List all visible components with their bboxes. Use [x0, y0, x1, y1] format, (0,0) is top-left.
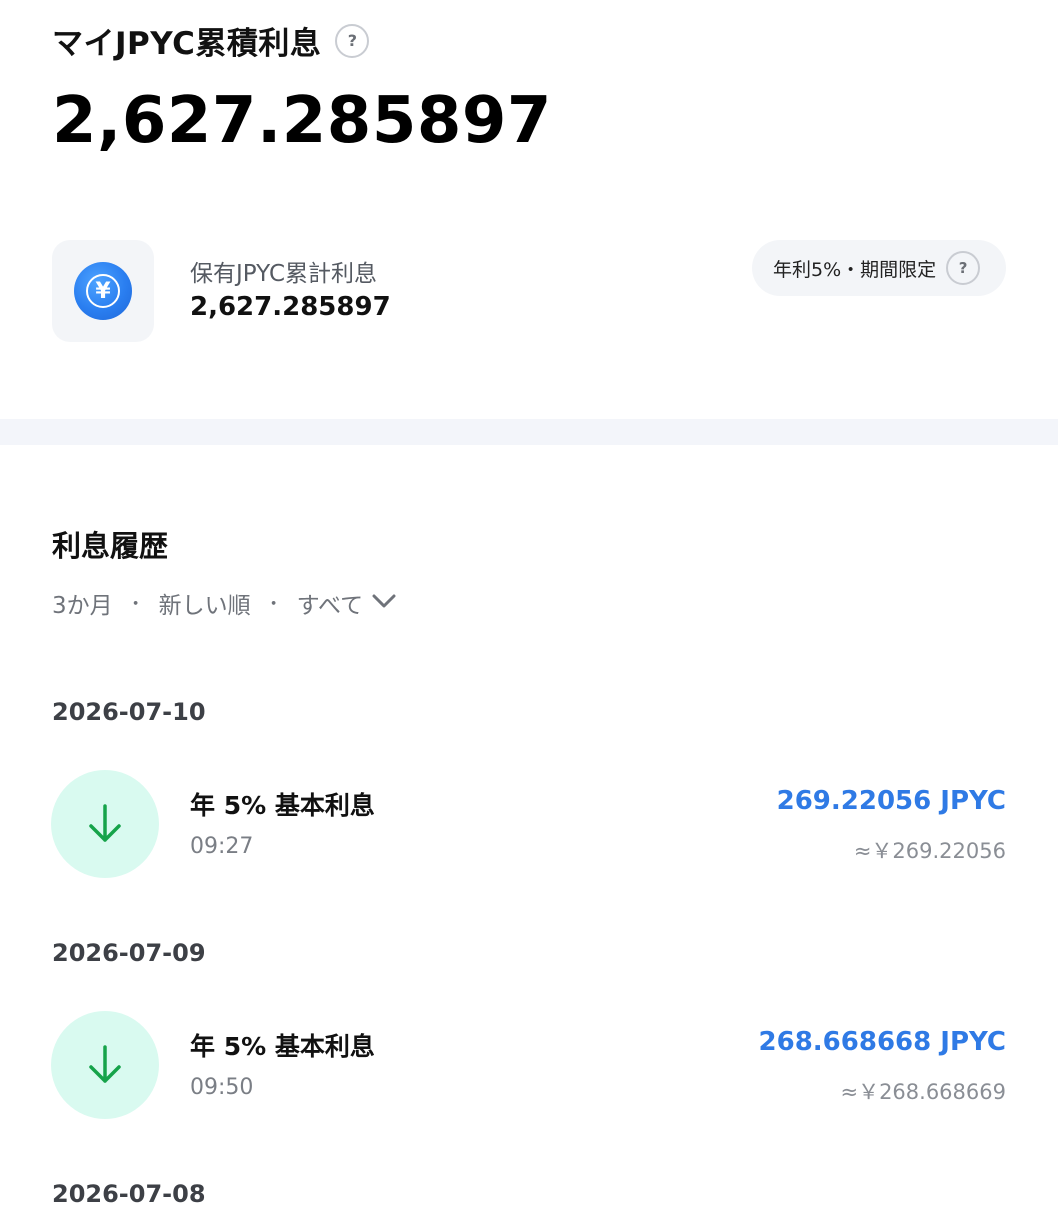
transaction-time: 09:50: [190, 1075, 254, 1100]
date-header: 2026-07-08: [52, 1180, 206, 1208]
filter-period[interactable]: 3か月: [52, 586, 113, 620]
help-icon[interactable]: ?: [946, 251, 981, 285]
page-title: マイJPYC累積利息: [52, 26, 322, 62]
history-title: 利息履歴: [52, 529, 169, 563]
deposit-arrow-icon: [51, 770, 159, 878]
date-header: 2026-07-09: [52, 939, 206, 967]
jpyc-coin-tile: ¥: [52, 240, 154, 342]
date-header: 2026-07-10: [52, 698, 206, 726]
yen-symbol: ¥: [86, 274, 120, 308]
help-icon[interactable]: ?: [335, 23, 370, 58]
transaction-amount: 268.668668 JPYC: [758, 1027, 1006, 1057]
header-title-row: マイJPYC累積利息 ?: [52, 18, 370, 63]
rate-badge[interactable]: 年利5%・期間限定 ?: [752, 240, 1006, 296]
holding-value: 2,627.285897: [190, 292, 391, 322]
transaction-title: 年 5% 基本利息: [190, 791, 375, 820]
deposit-arrow-icon: [51, 1011, 159, 1119]
filter-separator: ・: [126, 594, 145, 615]
rate-badge-label: 年利5%・期間限定: [773, 258, 937, 281]
jpyc-coin-icon: ¥: [74, 262, 132, 320]
filter-sort[interactable]: 新しい順: [159, 586, 251, 620]
total-interest-value: 2,627.285897: [52, 84, 552, 158]
transaction-yen-approx: ≈￥268.668669: [840, 1080, 1006, 1104]
transaction-title: 年 5% 基本利息: [190, 1032, 375, 1061]
holding-label: 保有JPYC累計利息: [190, 261, 377, 287]
section-divider: [0, 419, 1058, 445]
transaction-time: 09:27: [190, 834, 254, 859]
transaction-amount: 269.22056 JPYC: [776, 786, 1006, 816]
history-filter[interactable]: 3か月 ・ 新しい順 ・ すべて: [52, 586, 397, 620]
filter-type[interactable]: すべて: [297, 586, 363, 620]
chevron-down-icon[interactable]: [371, 590, 397, 616]
filter-separator: ・: [264, 594, 283, 615]
transaction-yen-approx: ≈￥269.22056: [853, 839, 1006, 863]
